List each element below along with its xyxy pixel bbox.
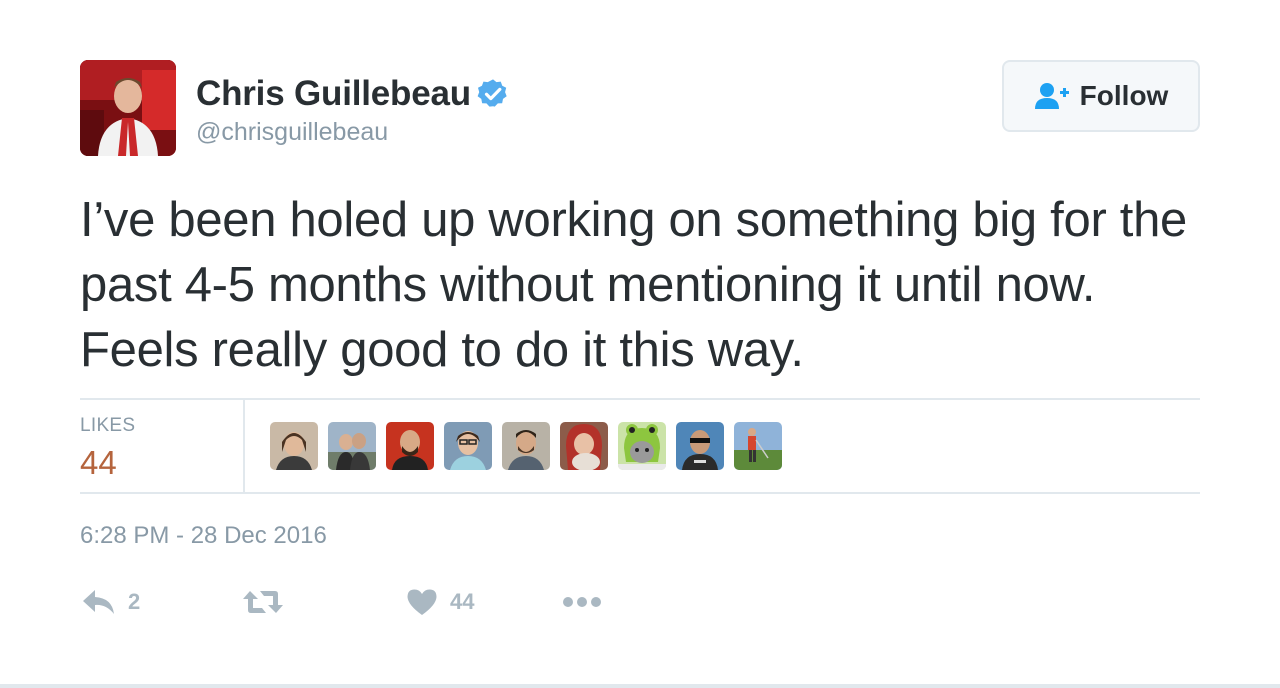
liker-avatar[interactable] — [328, 422, 376, 470]
tweet-text: I’ve been holed up working on something … — [80, 193, 1187, 377]
retweet-button[interactable] — [242, 580, 296, 624]
follow-button[interactable]: Follow — [1002, 60, 1200, 132]
liker-avatar[interactable] — [734, 422, 782, 470]
liker-avatar[interactable] — [270, 422, 318, 470]
author-name-row: Chris Guillebeau — [196, 74, 509, 114]
likes-count: 44 — [80, 444, 117, 481]
tweet-actions: 2 44 — [80, 580, 680, 624]
likes-label: LIKES — [80, 415, 136, 436]
liker-avatar[interactable] — [618, 422, 666, 470]
add-user-icon — [1034, 83, 1069, 109]
author-name[interactable]: Chris Guillebeau — [196, 74, 471, 114]
tweet-stats: LIKES 44 — [80, 398, 1200, 494]
more-options-button[interactable] — [562, 580, 602, 624]
tweet-timestamp[interactable]: 6:28 PM - 28 Dec 2016 — [80, 522, 327, 550]
more-icon — [563, 597, 601, 607]
reply-icon — [83, 590, 114, 614]
likes-stat[interactable]: LIKES 44 — [80, 400, 245, 492]
likers-avatars — [270, 422, 792, 470]
like-button[interactable]: 44 — [406, 580, 474, 624]
author-handle[interactable]: @chrisguillebeau — [196, 118, 388, 147]
follow-button-label: Follow — [1079, 80, 1169, 111]
author-avatar[interactable] — [80, 60, 176, 156]
liker-avatar[interactable] — [444, 422, 492, 470]
liker-avatar[interactable] — [502, 422, 550, 470]
like-count: 44 — [450, 589, 475, 614]
reply-button[interactable]: 2 — [82, 580, 140, 624]
liker-avatar[interactable] — [560, 422, 608, 470]
liker-avatar[interactable] — [676, 422, 724, 470]
heart-icon — [407, 589, 437, 615]
reply-count: 2 — [128, 589, 141, 614]
card-bottom-border — [0, 684, 1280, 688]
retweet-icon — [243, 591, 283, 613]
verified-badge-icon — [477, 79, 507, 107]
liker-avatar[interactable] — [386, 422, 434, 470]
tweet-card: Chris Guillebeau @chrisguillebeau Follow… — [0, 0, 1280, 688]
